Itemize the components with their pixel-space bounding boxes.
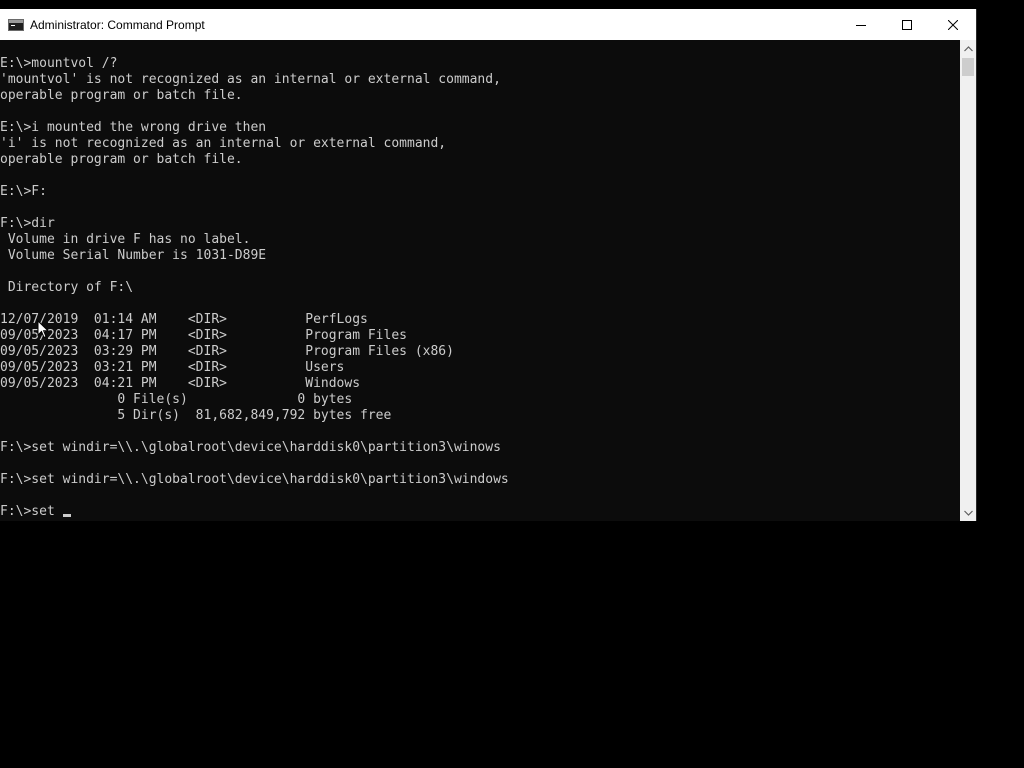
console-line: Volume in drive F has no label.: [0, 232, 251, 247]
console-line: E:\>mountvol /?: [0, 56, 118, 71]
mouse-pointer-icon: [37, 320, 49, 339]
console-line: Volume Serial Number is 1031-D89E: [0, 248, 267, 263]
window-title: Administrator: Command Prompt: [30, 17, 205, 32]
console-prompt: F:\>set: [0, 504, 63, 519]
close-button[interactable]: [930, 9, 976, 40]
console-line: operable program or batch file.: [0, 152, 243, 167]
scroll-up-button[interactable]: [960, 40, 976, 57]
console-line: 'i' is not recognized as an internal or …: [0, 136, 447, 151]
console-line: 5 Dir(s) 81,682,849,792 bytes free: [0, 408, 392, 423]
console-line: 09/05/2023 04:17 PM <DIR> Program Files: [0, 328, 407, 343]
command-prompt-window: Administrator: Command Prompt E:\>mountv…: [0, 9, 977, 521]
text-cursor: [62, 514, 71, 517]
console-line: F:\>set windir=\\.\globalroot\device\har…: [0, 440, 501, 455]
minimize-icon: [856, 24, 866, 26]
console-line: 'mountvol' is not recognized as an inter…: [0, 72, 501, 87]
console-text: E:\>mountvol /?'mountvol' is not recogni…: [0, 40, 960, 520]
scroll-down-button[interactable]: [960, 504, 976, 521]
console-prompt-line[interactable]: F:\>set: [0, 504, 960, 520]
console-output[interactable]: E:\>mountvol /?'mountvol' is not recogni…: [0, 40, 960, 521]
vertical-scrollbar[interactable]: [960, 40, 976, 521]
minimize-button[interactable]: [838, 9, 884, 40]
console-line: 09/05/2023 03:29 PM <DIR> Program Files …: [0, 344, 454, 359]
scroll-thumb[interactable]: [962, 58, 974, 76]
scroll-up-arrow-icon: [963, 45, 973, 51]
console-line: operable program or batch file.: [0, 88, 243, 103]
command-prompt-icon: [8, 18, 24, 31]
maximize-icon: [902, 19, 912, 30]
console-line: 09/05/2023 03:21 PM <DIR> Users: [0, 360, 345, 375]
console-line: E:\>i mounted the wrong drive then: [0, 120, 267, 135]
scroll-down-arrow-icon: [963, 510, 973, 516]
title-bar[interactable]: Administrator: Command Prompt: [0, 9, 976, 40]
console-line: F:\>set windir=\\.\globalroot\device\har…: [0, 472, 509, 487]
window-controls: [838, 9, 976, 40]
console-line: 12/07/2019 01:14 AM <DIR> PerfLogs: [0, 312, 368, 327]
console-line: F:\>dir: [0, 216, 55, 231]
console-line: Directory of F:\: [0, 280, 134, 295]
console-line: 0 File(s) 0 bytes: [0, 392, 353, 407]
maximize-button[interactable]: [884, 9, 930, 40]
close-icon: [948, 19, 958, 30]
console-line: E:\>F:: [0, 184, 47, 199]
console-line: 09/05/2023 04:21 PM <DIR> Windows: [0, 376, 361, 391]
